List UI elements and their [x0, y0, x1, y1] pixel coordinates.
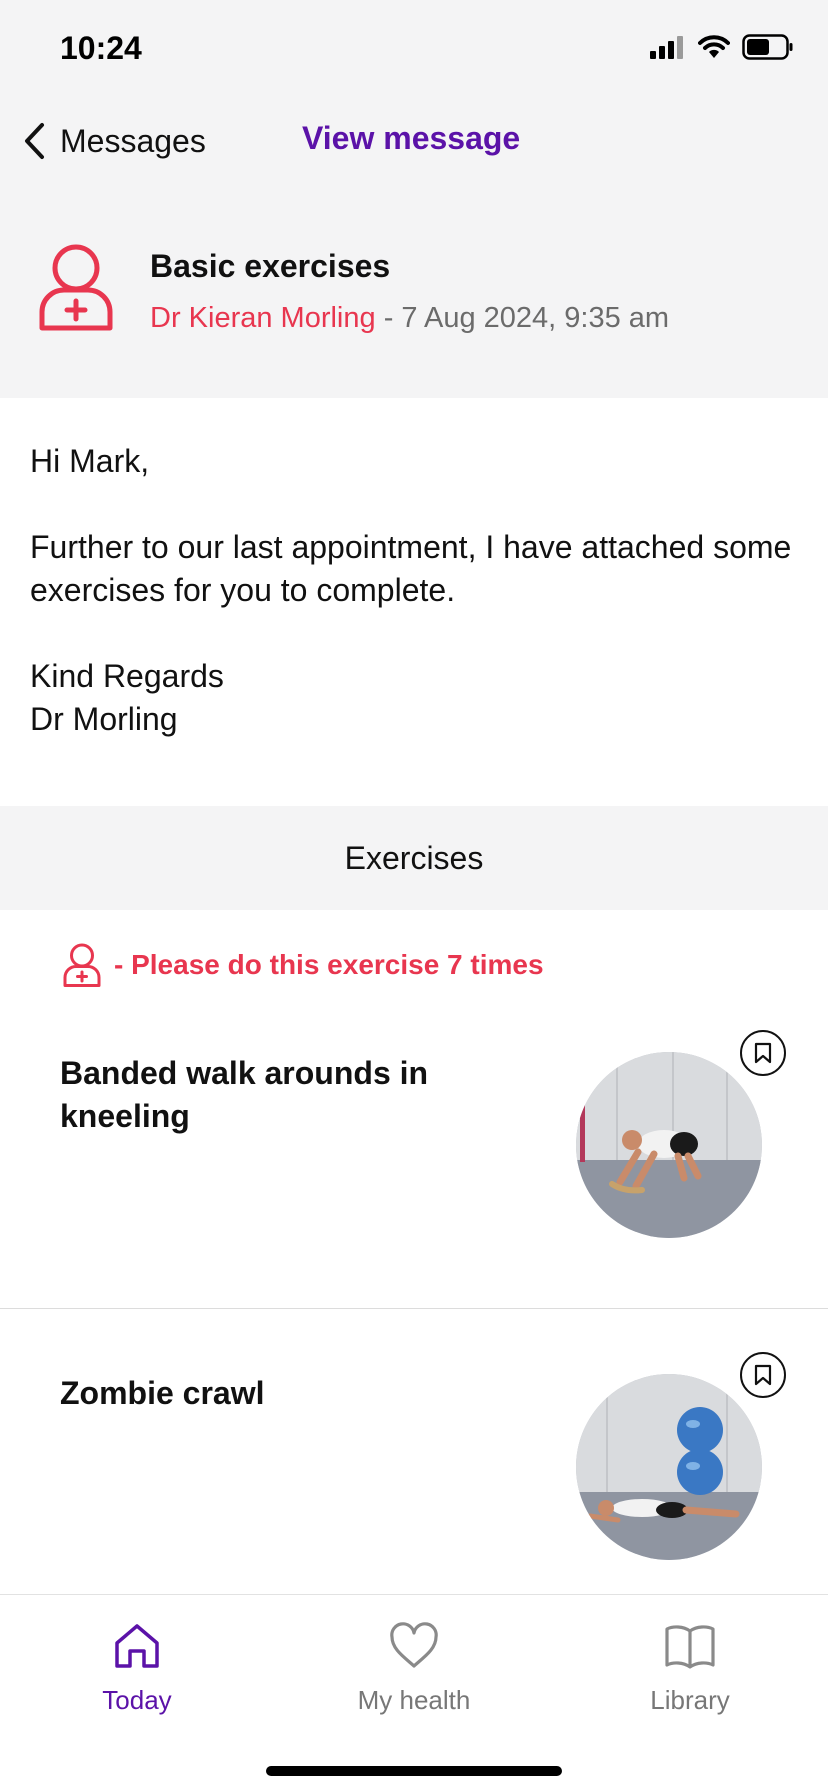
exercises-section-header: Exercises: [0, 806, 828, 910]
bookmark-button[interactable]: [740, 1352, 786, 1398]
home-icon: [115, 1624, 159, 1668]
battery-icon: [742, 34, 793, 60]
back-button-label: Messages: [60, 122, 206, 159]
message-signoff: Kind Regards: [30, 658, 224, 694]
exercise-card-zombie-crawl[interactable]: Zombie crawl: [0, 1342, 828, 1592]
message-subject: Basic exercises: [150, 248, 391, 284]
exercise-title: Banded walk arounds in kneeling: [60, 1055, 429, 1134]
exercise-photo: [576, 1374, 762, 1560]
exercise-instruction: - Please do this exercise 7 times: [62, 940, 544, 990]
exercise-title: Zombie crawl: [60, 1375, 265, 1411]
bookmark-icon: [754, 1042, 772, 1064]
tab-my-health[interactable]: My health: [324, 1621, 504, 1731]
heart-icon: [390, 1622, 438, 1668]
back-button[interactable]: Messages: [22, 116, 206, 166]
status-icons: [650, 34, 794, 60]
message-meta: Dr Kieran Morling - 7 Aug 2024, 9:35 am: [150, 302, 669, 335]
message-sender[interactable]: Dr Kieran Morling: [150, 302, 376, 334]
chevron-left-icon: [25, 123, 44, 159]
doctor-icon: [63, 943, 101, 987]
nav-bar: Messages View message: [0, 96, 828, 186]
message-date: 7 Aug 2024, 9:35 am: [401, 302, 670, 334]
meta-separator: -: [375, 302, 402, 334]
divider: [0, 1308, 828, 1309]
tab-today[interactable]: Today: [47, 1621, 227, 1731]
message-greeting: Hi Mark,: [30, 443, 150, 479]
tab-label: My health: [357, 1685, 471, 1715]
exercise-thumbnail[interactable]: [576, 1374, 762, 1560]
book-icon: [665, 1625, 715, 1669]
bookmark-icon: [754, 1364, 772, 1386]
bookmark-button[interactable]: [740, 1030, 786, 1076]
tab-label: Library: [650, 1685, 730, 1715]
exercise-thumbnail[interactable]: [576, 1052, 762, 1238]
status-bar: 10:24: [0, 0, 828, 96]
message-body: Hi Mark, Further to our last appointment…: [30, 440, 800, 741]
page-title: View message: [302, 120, 521, 156]
tab-library[interactable]: Library: [600, 1621, 780, 1731]
message-header: Basic exercises Dr Kieran Morling - 7 Au…: [0, 186, 828, 398]
tab-label: Today: [102, 1685, 172, 1715]
exercises-section-title: Exercises: [344, 839, 484, 876]
tab-bar: Today My health Library: [0, 1594, 828, 1792]
exercise-photo: [576, 1052, 762, 1238]
exercise-instruction-text: - Please do this exercise 7 times: [114, 949, 544, 980]
status-time: 10:24: [60, 30, 142, 66]
signal-icon: [650, 36, 683, 59]
doctor-icon: [39, 244, 113, 331]
exercise-card-banded-walk[interactable]: Banded walk arounds in kneeling: [0, 1020, 828, 1308]
message-paragraph: Further to our last appointment, I have …: [30, 529, 792, 608]
home-indicator: [266, 1766, 562, 1776]
wifi-icon: [698, 35, 730, 58]
message-signature: Dr Morling: [30, 701, 178, 737]
